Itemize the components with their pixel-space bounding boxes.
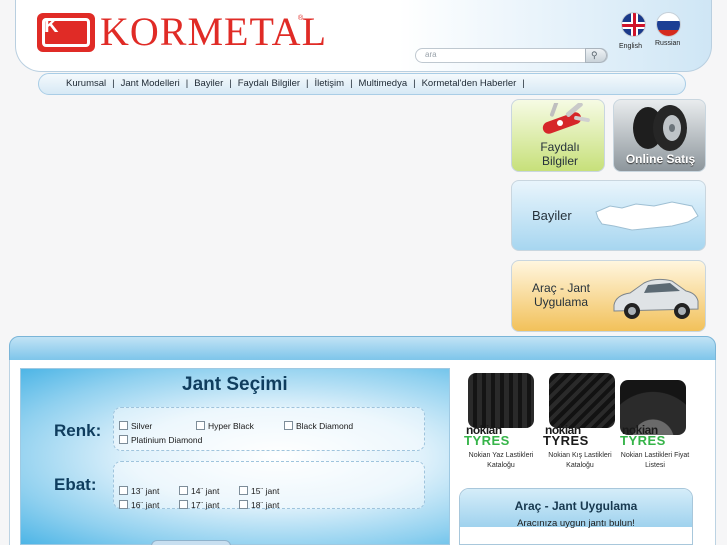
summer-tyre-image [468, 373, 534, 428]
tyres-word: TYRES [464, 433, 510, 448]
tile-faydali-bilgiler[interactable]: Faydalı Bilgiler [511, 99, 605, 172]
checkbox[interactable] [119, 435, 128, 444]
nav-item-jant-modelleri[interactable]: Jant Modelleri [121, 78, 180, 89]
search-input[interactable]: ara [425, 50, 437, 59]
checkbox[interactable] [284, 421, 293, 430]
magnifier-icon: ⚲ [591, 50, 598, 60]
jant-secimi-panel: Jant Seçimi Renk: Silver Hyper Black Bla… [20, 368, 450, 545]
tile-bayiler-label: Bayiler [532, 208, 572, 223]
nav-separator: | [229, 78, 232, 89]
search-box: ara ⚲ [415, 48, 608, 63]
tyres-word: TYRES [543, 433, 589, 448]
uk-flag-icon[interactable] [621, 12, 646, 37]
nokian-summer-caption[interactable]: Nokian Yaz Lastikleri Kataloğu [459, 451, 543, 471]
size-option-14[interactable]: 14¨ jant [179, 486, 219, 496]
russia-flag-icon[interactable] [656, 12, 681, 37]
nav-separator: | [306, 78, 309, 89]
nav-item-kurumsal[interactable]: Kurumsal [66, 78, 106, 89]
turkey-map-icon [595, 201, 699, 231]
renk-label: Renk: [54, 421, 102, 440]
size-option-18[interactable]: 18¨ jant [239, 500, 279, 510]
tyres-word: TYRES [620, 433, 666, 448]
checkbox[interactable] [119, 421, 128, 430]
logo-mark-letter: K [44, 15, 59, 37]
color-option-platinium-diamond[interactable]: Platinium Diamond [119, 435, 202, 445]
checkbox[interactable] [179, 486, 188, 495]
size-option-13[interactable]: 13¨ jant [119, 486, 159, 496]
nav-separator: | [522, 78, 525, 89]
car-icon [613, 278, 699, 319]
color-option-silver[interactable]: Silver [119, 421, 152, 431]
tile-online-label: Online Satış [625, 152, 696, 166]
checkbox[interactable] [119, 486, 128, 495]
content-band [9, 336, 716, 361]
arac-jant-box[interactable]: Araç - Jant Uygulama Aracınıza uygun jan… [459, 488, 693, 545]
registered-mark: ® [298, 15, 304, 22]
main-nav: Kurumsal | Jant Modelleri | Bayiler | Fa… [38, 73, 686, 95]
kormetal-logo-mark[interactable]: K [37, 13, 95, 52]
color-option-hyper-black[interactable]: Hyper Black [196, 421, 254, 431]
checkbox[interactable] [239, 486, 248, 495]
size-option-16[interactable]: 16¨ jant [119, 500, 159, 510]
nav-separator: | [350, 78, 353, 89]
tile-online-satis[interactable]: Online Satış [613, 99, 706, 172]
nokian-winter-caption[interactable]: Nokian Kış Lastikleri Kataloğu [538, 451, 622, 471]
color-option-black-diamond[interactable]: Black Diamond [284, 421, 353, 431]
tile-bayiler[interactable]: Bayiler [511, 180, 706, 251]
winter-tyre-image [549, 373, 615, 428]
tyre-stack-icon [633, 105, 687, 151]
kormetal-logo-text[interactable]: KORMETAL [100, 10, 327, 54]
nav-item-haberler[interactable]: Kormetal'den Haberler [422, 78, 517, 89]
tile-arac-jant[interactable]: Araç - Jant Uygulama [511, 260, 706, 332]
checkbox[interactable] [119, 500, 128, 509]
arac-jant-title: Araç - Jant Uygulama [514, 499, 638, 513]
jant-secimi-title: Jant Seçimi [182, 374, 288, 395]
nav-item-multimedya[interactable]: Multimedya [359, 78, 408, 89]
nav-item-bayiler[interactable]: Bayiler [194, 78, 223, 89]
nav-item-iletisim[interactable]: İletişim [315, 78, 345, 89]
checkbox[interactable] [239, 500, 248, 509]
nav-separator: | [413, 78, 416, 89]
search-submit-button[interactable] [151, 540, 231, 545]
lang-english-label[interactable]: English [619, 43, 642, 50]
ebat-label: Ebat: [54, 475, 97, 494]
arac-jant-subtitle: Aracınıza uygun jantı bulun! [517, 518, 635, 529]
nav-item-faydali-bilgiler[interactable]: Faydalı Bilgiler [238, 78, 300, 89]
checkbox[interactable] [179, 500, 188, 509]
size-option-15[interactable]: 15¨ jant [239, 486, 279, 496]
tile-arac-label: Araç - Jant Uygulama [531, 281, 591, 309]
nokian-price-caption[interactable]: Nokian Lastikleri Fiyat Listesi [615, 451, 695, 471]
search-button[interactable]: ⚲ [585, 48, 607, 63]
size-option-17[interactable]: 17¨ jant [179, 500, 219, 510]
nav-separator: | [112, 78, 115, 89]
tile-faydali-label: Faydalı Bilgiler [540, 140, 580, 168]
lang-russian-label[interactable]: Russian [655, 40, 680, 47]
swiss-knife-icon [542, 103, 590, 134]
checkbox[interactable] [196, 421, 205, 430]
nav-separator: | [185, 78, 189, 89]
